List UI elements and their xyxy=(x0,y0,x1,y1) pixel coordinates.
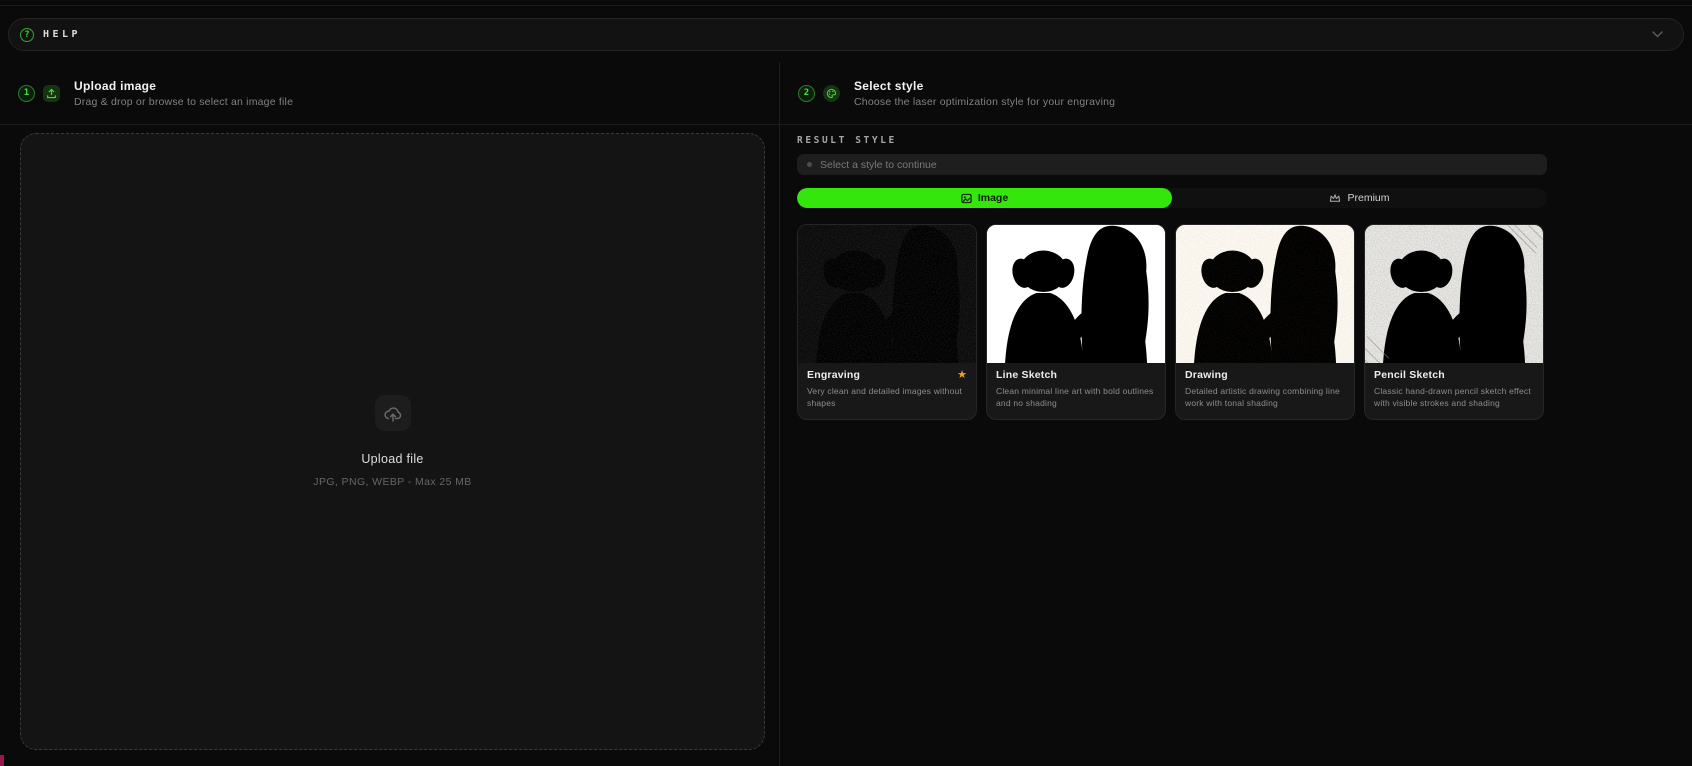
select-dot-icon xyxy=(807,162,812,167)
style-card-description: Very clean and detailed images without s… xyxy=(807,386,963,409)
corner-accent-mark xyxy=(0,755,4,766)
help-label: HELP xyxy=(43,29,82,40)
upload-panel-header: 1 Upload image Drag & drop or browse to … xyxy=(0,62,779,125)
cloud-upload-icon xyxy=(374,395,411,431)
style-panel-header: 2 Select style Choose the laser optimiza… xyxy=(780,62,1692,125)
style-card-description: Detailed artistic drawing combining line… xyxy=(1185,386,1340,409)
style-preview-image xyxy=(1176,225,1354,363)
step-1-badge: 1 xyxy=(18,84,35,102)
upload-section-title: Upload image xyxy=(74,78,157,93)
style-cards: Engraving ★ Very clean and detailed imag… xyxy=(797,224,1547,420)
style-section-title: Select style xyxy=(854,78,924,93)
style-card-title: Engraving xyxy=(807,369,861,381)
step-2-badge: 2 xyxy=(798,84,815,102)
upload-panel: 1 Upload image Drag & drop or browse to … xyxy=(0,62,780,766)
style-card-title: Line Sketch xyxy=(996,369,1058,381)
featured-star-icon: ★ xyxy=(957,368,967,381)
style-section-subtitle: Choose the laser optimization style for … xyxy=(854,95,1116,108)
style-select-placeholder: Select a style to continue xyxy=(820,158,937,171)
style-card-drawing[interactable]: Drawing Detailed artistic drawing combin… xyxy=(1175,224,1355,420)
style-card-engraving[interactable]: Engraving ★ Very clean and detailed imag… xyxy=(797,224,977,420)
style-preview-image xyxy=(1365,225,1543,363)
style-panel: 2 Select style Choose the laser optimiza… xyxy=(780,62,1692,766)
help-icon: ? xyxy=(20,27,34,42)
style-card-title: Pencil Sketch xyxy=(1374,369,1445,381)
style-card-description: Classic hand-drawn pencil sketch effect … xyxy=(1374,386,1531,409)
tab-image[interactable]: Image xyxy=(797,188,1172,208)
upload-dropzone[interactable]: Upload file JPG, PNG, WEBP - Max 25 MB xyxy=(20,133,765,750)
upload-icon xyxy=(43,84,60,102)
dropzone-title: Upload file xyxy=(361,452,424,466)
style-card-title: Drawing xyxy=(1185,369,1228,381)
style-preview-image xyxy=(987,225,1165,363)
style-source-tabs: Image Premium xyxy=(797,188,1547,208)
style-card-pencil-sketch[interactable]: Pencil Sketch Classic hand-drawn pencil … xyxy=(1364,224,1544,420)
style-card-line-sketch[interactable]: Line Sketch Clean minimal line art with … xyxy=(986,224,1166,420)
style-card-description: Clean minimal line art with bold outline… xyxy=(996,386,1154,409)
palette-icon xyxy=(823,84,840,102)
window-top-border xyxy=(0,5,1692,6)
tab-premium[interactable]: Premium xyxy=(1172,188,1547,208)
help-bar[interactable]: ? HELP xyxy=(8,18,1684,51)
crown-icon xyxy=(1330,194,1341,202)
chevron-down-icon[interactable] xyxy=(1652,31,1663,38)
image-icon xyxy=(961,193,972,203)
style-select[interactable]: Select a style to continue xyxy=(797,154,1547,175)
style-preview-image xyxy=(798,225,976,363)
main-area: 1 Upload image Drag & drop or browse to … xyxy=(0,62,1692,766)
upload-section-subtitle: Drag & drop or browse to select an image… xyxy=(74,95,294,108)
dropzone-formats: JPG, PNG, WEBP - Max 25 MB xyxy=(313,476,472,488)
result-style-label: RESULT STYLE xyxy=(797,135,897,146)
